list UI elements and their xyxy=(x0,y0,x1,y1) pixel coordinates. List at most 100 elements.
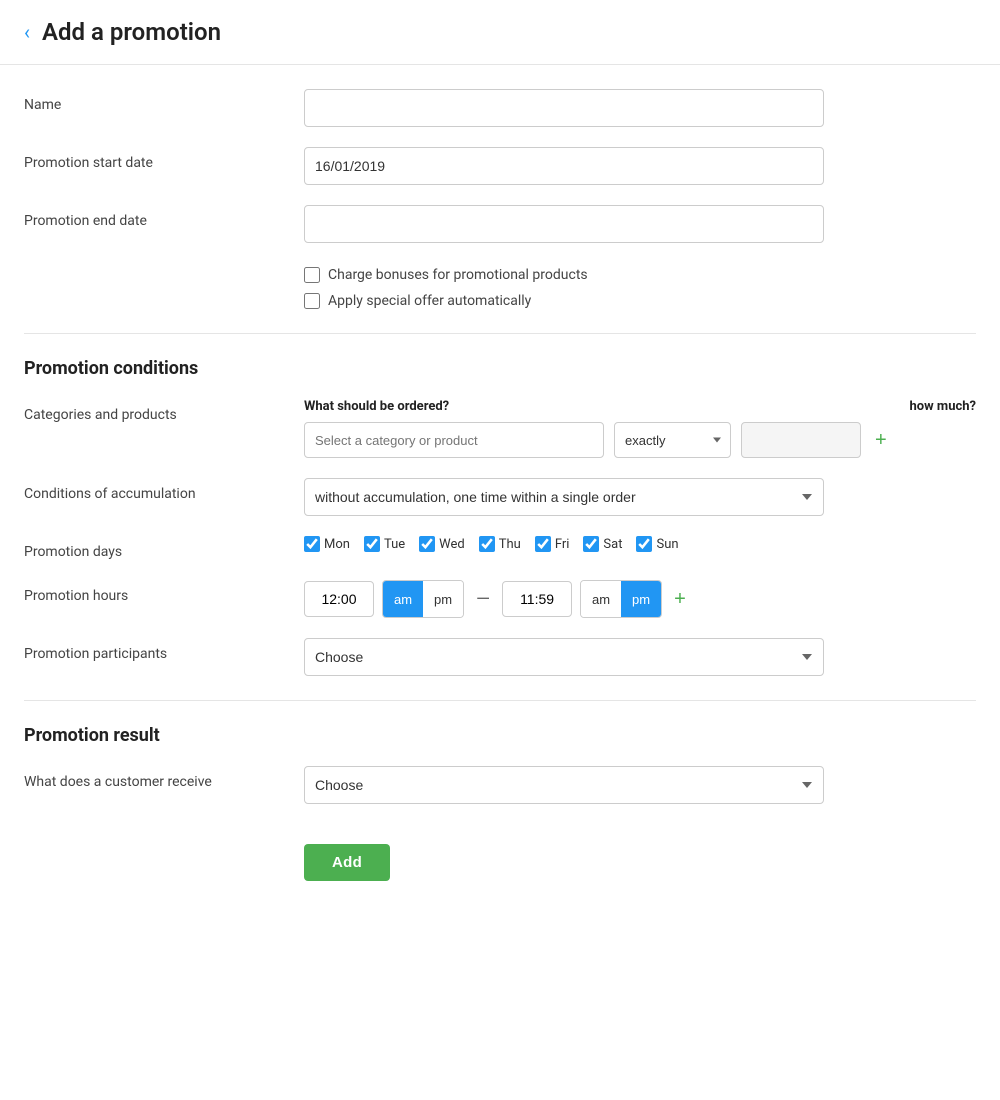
day-tue-label: Tue xyxy=(384,537,405,552)
day-thu[interactable]: Thu xyxy=(479,536,521,552)
days-control: Mon Tue Wed Thu xyxy=(304,536,976,552)
result-section: Promotion result What does a customer re… xyxy=(24,725,976,804)
name-row: Name xyxy=(24,89,976,127)
categories-inputs: exactly at least no more than + xyxy=(304,422,976,458)
day-sun-label: Sun xyxy=(656,537,678,552)
days-label: Promotion days xyxy=(24,536,304,560)
accumulation-label: Conditions of accumulation xyxy=(24,478,304,502)
categories-headers: What should be ordered? how much? xyxy=(304,399,976,414)
day-thu-checkbox[interactable] xyxy=(479,536,495,552)
charge-bonuses-text: Charge bonuses for promotional products xyxy=(328,267,588,283)
start-date-control xyxy=(304,147,976,185)
what-ordered-header: What should be ordered? xyxy=(304,399,604,414)
accumulation-control: without accumulation, one time within a … xyxy=(304,478,976,516)
day-sun[interactable]: Sun xyxy=(636,536,678,552)
charge-bonuses-checkbox[interactable] xyxy=(304,267,320,283)
apply-offer-checkbox-label[interactable]: Apply special offer automatically xyxy=(304,293,976,309)
participants-control: Choose All customers Registered customer… xyxy=(304,638,976,676)
name-label: Name xyxy=(24,89,304,113)
end-time-input[interactable] xyxy=(502,581,572,617)
end-am-button[interactable]: am xyxy=(581,581,621,617)
name-control xyxy=(304,89,976,127)
section-divider xyxy=(24,333,976,334)
accumulation-select[interactable]: without accumulation, one time within a … xyxy=(304,478,824,516)
start-pm-button[interactable]: pm xyxy=(423,581,463,617)
end-pm-button[interactable]: pm xyxy=(621,581,661,617)
hours-row: Promotion hours am pm — am pm + xyxy=(24,580,976,618)
categories-label: Categories and products xyxy=(24,399,304,423)
conditions-section: Promotion conditions Categories and prod… xyxy=(24,358,976,676)
add-submit-button[interactable]: Add xyxy=(304,844,390,881)
conditions-title: Promotion conditions xyxy=(24,358,976,379)
participants-label: Promotion participants xyxy=(24,638,304,662)
day-wed-checkbox[interactable] xyxy=(419,536,435,552)
accumulation-select-wrap: without accumulation, one time within a … xyxy=(304,478,824,516)
participants-select-wrap: Choose All customers Registered customer… xyxy=(304,638,824,676)
add-time-button[interactable]: + xyxy=(670,588,690,611)
start-ampm-group: am pm xyxy=(382,580,464,618)
charge-bonuses-checkbox-label[interactable]: Charge bonuses for promotional products xyxy=(304,267,976,283)
start-date-row: Promotion start date xyxy=(24,147,976,185)
day-sat[interactable]: Sat xyxy=(583,536,622,552)
checkboxes-control: Charge bonuses for promotional products … xyxy=(304,263,976,309)
start-date-input[interactable] xyxy=(304,147,824,185)
days-row: Promotion days Mon Tue Wed xyxy=(24,536,976,560)
end-date-row: Promotion end date xyxy=(24,205,976,243)
category-product-input[interactable] xyxy=(304,422,604,458)
customer-receives-label: What does a customer receive xyxy=(24,766,304,790)
start-am-button[interactable]: am xyxy=(383,581,423,617)
time-dash: — xyxy=(472,589,494,610)
day-thu-label: Thu xyxy=(499,537,521,552)
day-sun-checkbox[interactable] xyxy=(636,536,652,552)
day-sat-label: Sat xyxy=(603,537,622,552)
back-button[interactable]: ‹ xyxy=(24,20,30,44)
end-date-label: Promotion end date xyxy=(24,205,304,229)
how-much-header: how much? xyxy=(910,399,976,414)
checkboxes-row: Charge bonuses for promotional products … xyxy=(24,263,976,309)
form-body: Name Promotion start date Promotion end … xyxy=(0,65,1000,925)
day-wed-label: Wed xyxy=(439,537,465,552)
day-tue-checkbox[interactable] xyxy=(364,536,380,552)
day-fri-checkbox[interactable] xyxy=(535,536,551,552)
page-header: ‹ Add a promotion xyxy=(0,0,1000,65)
customer-receives-control: Choose Discount Gift Bonus points xyxy=(304,766,976,804)
apply-offer-checkbox[interactable] xyxy=(304,293,320,309)
days-checkboxes: Mon Tue Wed Thu xyxy=(304,536,976,552)
end-ampm-group: am pm xyxy=(580,580,662,618)
exactly-dropdown-wrap: exactly at least no more than xyxy=(614,422,731,458)
hours-inputs: am pm — am pm + xyxy=(304,580,976,618)
day-fri-label: Fri xyxy=(555,537,570,552)
day-mon-label: Mon xyxy=(324,537,350,552)
categories-controls: What should be ordered? how much? exactl… xyxy=(304,399,976,458)
start-time-input[interactable] xyxy=(304,581,374,617)
day-tue[interactable]: Tue xyxy=(364,536,405,552)
day-sat-checkbox[interactable] xyxy=(583,536,599,552)
page-title: Add a promotion xyxy=(42,18,221,46)
day-fri[interactable]: Fri xyxy=(535,536,570,552)
customer-receives-row: What does a customer receive Choose Disc… xyxy=(24,766,976,804)
customer-receives-select[interactable]: Choose Discount Gift Bonus points xyxy=(304,766,824,804)
start-date-label: Promotion start date xyxy=(24,147,304,171)
day-mon-checkbox[interactable] xyxy=(304,536,320,552)
submit-row: Add xyxy=(24,824,976,901)
categories-row: Categories and products What should be o… xyxy=(24,399,976,458)
result-divider xyxy=(24,700,976,701)
hours-control: am pm — am pm + xyxy=(304,580,976,618)
checkboxes-spacer xyxy=(24,263,304,271)
accumulation-row: Conditions of accumulation without accum… xyxy=(24,478,976,516)
checkbox-group: Charge bonuses for promotional products … xyxy=(304,263,976,309)
how-much-input[interactable] xyxy=(741,422,861,458)
apply-offer-text: Apply special offer automatically xyxy=(328,293,531,309)
day-mon[interactable]: Mon xyxy=(304,536,350,552)
day-wed[interactable]: Wed xyxy=(419,536,465,552)
end-date-control xyxy=(304,205,976,243)
name-input[interactable] xyxy=(304,89,824,127)
hours-label: Promotion hours xyxy=(24,580,304,604)
participants-row: Promotion participants Choose All custom… xyxy=(24,638,976,676)
end-date-input[interactable] xyxy=(304,205,824,243)
result-title: Promotion result xyxy=(24,725,976,746)
participants-select[interactable]: Choose All customers Registered customer… xyxy=(304,638,824,676)
add-category-button[interactable]: + xyxy=(871,430,891,450)
exactly-select[interactable]: exactly at least no more than xyxy=(614,422,731,458)
customer-receives-select-wrap: Choose Discount Gift Bonus points xyxy=(304,766,824,804)
